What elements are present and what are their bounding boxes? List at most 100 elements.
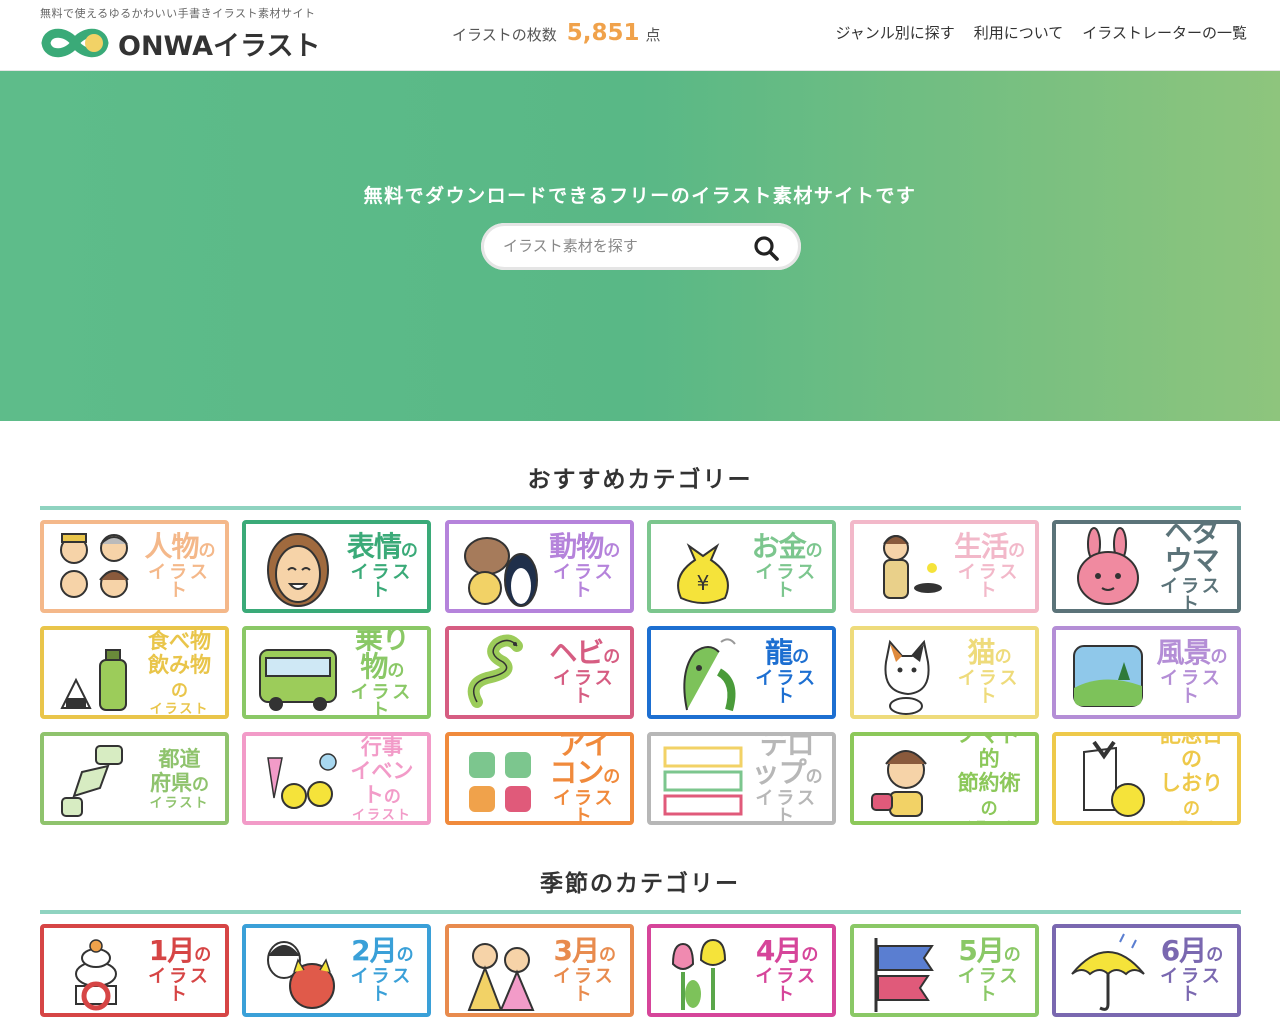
category-name-line: 風景 [1156,636,1211,669]
category-particle: の [400,541,418,561]
category-name: 食べ物 飲み物の [140,629,219,702]
search-input[interactable] [503,232,743,260]
category-name: 表情の [342,533,421,561]
category-label: アイコンの イラスト [545,736,630,821]
category-sub: イラスト [149,701,210,717]
category-card[interactable]: 1月の イラスト [40,924,229,1017]
category-card[interactable]: 乗り物の イラスト [242,626,432,719]
category-label: 行事 イベントの イラスト [342,736,427,821]
search-box [481,223,801,270]
category-name-line: しおり [1159,771,1223,796]
nav-genre[interactable]: ジャンル別に探す [835,22,954,43]
bookmark-characters-icon [1064,738,1152,820]
category-name: アイコンの [545,736,624,787]
category-particle: の [192,775,209,796]
kagami-mochi-icon [52,930,140,1012]
category-label: 記念日のしおりのイラスト [1152,736,1237,821]
category-card[interactable]: 5月の イラスト [849,924,1039,1017]
category-label: テロップの イラスト [747,736,832,821]
category-name-line: 食べ物 [148,629,211,654]
category-card[interactable]: 食べ物 飲み物の イラスト [40,626,229,719]
category-name-line: 節約術 [957,771,1021,796]
category-particle: の [994,647,1012,667]
category-label: ヘタウマ イラスト [1152,524,1237,609]
category-label: 都道 府県の イラスト [140,747,225,810]
category-label: ノマド的節約術のイラスト [950,736,1035,822]
category-card[interactable]: 風景の イラスト [1051,626,1241,719]
category-name-line: 6月 [1160,934,1207,967]
logo-text: ONWAイラスト [118,30,321,62]
category-label: 動物の イラスト [545,533,630,600]
category-card[interactable]: 人物の イラスト [40,520,229,613]
category-sub: イラスト [755,668,818,707]
category-card[interactable]: テロップの イラスト [647,732,837,825]
category-card[interactable]: 3月の イラスト [444,924,634,1017]
category-card[interactable]: 4月の イラスト [647,924,837,1017]
category-label: 人物の イラスト [140,533,225,600]
hina-dolls-icon [457,930,545,1012]
nav-usage[interactable]: 利用について [974,22,1064,43]
category-label: 龍の イラスト [747,639,832,706]
category-particle: の [599,945,616,965]
category-particle: の [194,945,211,965]
category-card[interactable]: 6月の イラスト [1051,924,1241,1017]
category-sub: イラスト [350,966,414,1005]
category-card[interactable]: 都道 府県の イラスト [40,732,229,825]
category-name: 動物の [545,533,624,561]
category-card[interactable]: ヘビの イラスト [444,626,634,719]
site-tagline: 無料で使えるゆるかわいい手書きイラスト素材サイト [40,7,316,20]
category-card[interactable]: 生活の イラスト [849,520,1039,613]
category-card[interactable]: 猫の イラスト [849,626,1039,719]
category-name: 人物の [140,533,219,561]
category-particle: の [1210,647,1227,667]
category-sub: イラスト [755,562,818,601]
category-particle: の [801,945,818,965]
category-sub: イラスト [755,966,818,1005]
category-card[interactable]: ノマド的節約術のイラスト [849,732,1039,825]
category-name: 行事 イベントの [342,736,421,808]
category-particle: の [792,647,809,667]
category-card[interactable]: アイコンの イラスト [444,732,634,825]
nav-illustrators[interactable]: イラストレーターの一覧 [1082,22,1247,43]
category-name: 乗り物の [342,630,421,681]
category-card[interactable]: ¥ お金の イラスト [647,520,837,613]
category-particle: の [1206,945,1223,965]
category-card[interactable]: 動物の イラスト [444,520,634,613]
category-particle: の [603,541,620,561]
people-icon [52,526,140,608]
category-name: 6月の [1152,937,1231,965]
category-particle: の [603,767,620,787]
infinity-logo-icon [40,23,110,63]
money-bag-icon: ¥ [659,526,747,608]
category-card[interactable]: 表情の イラスト [242,520,432,613]
category-card[interactable]: 龍の イラスト [647,626,837,719]
category-name: 猫の [950,639,1029,667]
hero-banner: 無料でダウンロードできるフリーのイラスト素材サイトです [0,71,1280,421]
category-name-line: 1月 [148,934,195,967]
category-particle: の [805,541,823,561]
category-card[interactable]: ヘタウマ イラスト [1051,520,1241,613]
category-card[interactable]: 2月の イラスト [242,924,432,1017]
animals-icon [457,526,545,608]
category-particle: の [171,681,188,702]
category-name-line: ヘビ [549,636,604,669]
section-divider [40,910,1241,914]
category-card[interactable]: 記念日のしおりのイラスト [1051,732,1241,825]
category-name: 1月の [140,937,219,965]
site-header: 無料で使えるゆるかわいい手書きイラスト素材サイト ONWAイラスト イラストの枚… [0,0,1280,71]
seasonal-grid: 1月の イラスト 2月の イラスト 3月の イラスト 4月の イラスト 5月の イラスト 6月の イラ… [40,924,1241,1017]
site-logo[interactable]: ONWAイラスト [40,23,320,63]
category-name: 龍の [747,639,826,667]
category-name-line: 飲み物 [148,653,211,678]
category-name-line: 5月 [958,934,1004,967]
category-label: 風景の イラスト [1152,639,1237,706]
seasonal-title: 季節のカテゴリー [540,871,740,897]
category-sub: イラスト [957,562,1021,601]
category-label: 表情の イラスト [342,533,427,600]
category-sub: イラスト [950,821,1029,822]
search-icon[interactable] [753,235,779,261]
category-particle: の [980,799,998,820]
category-card[interactable]: 行事 イベントの イラスト [242,732,432,825]
category-particle: の [383,787,401,808]
category-sub: イラスト [148,562,211,601]
